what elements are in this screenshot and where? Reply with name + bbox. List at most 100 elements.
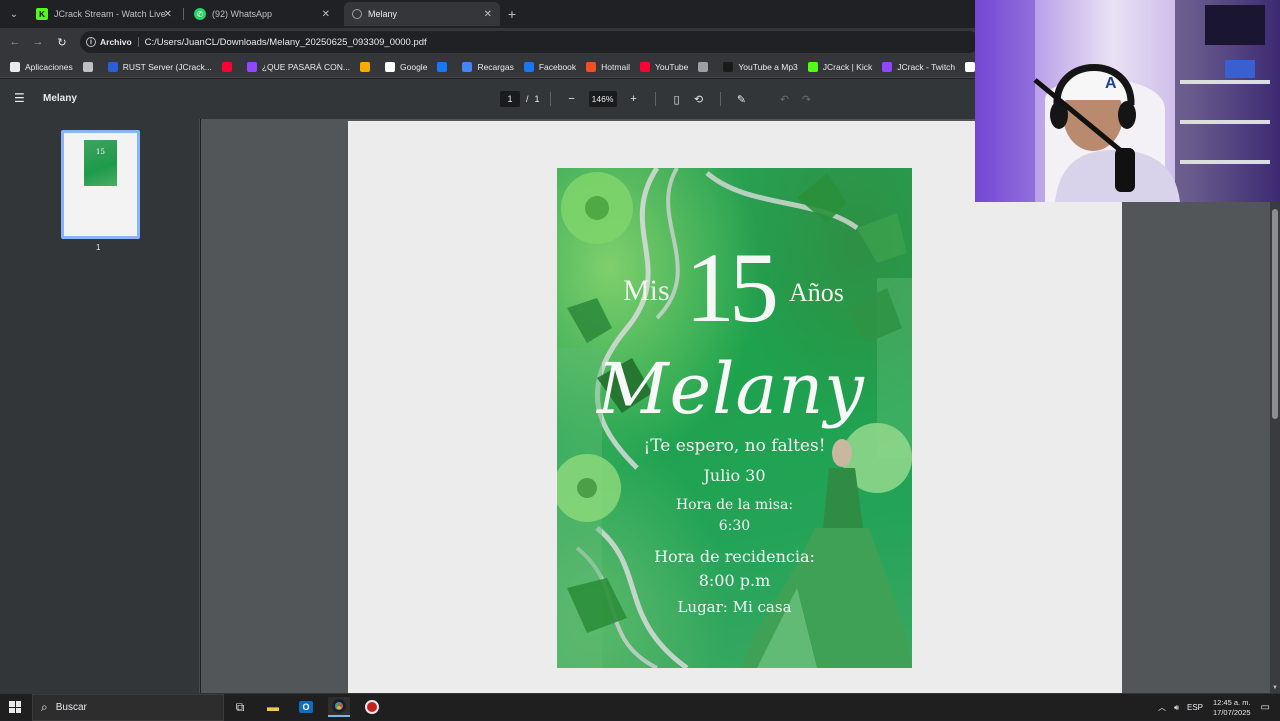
windows-start-icon[interactable] — [9, 701, 21, 713]
zoom-out-button[interactable]: − — [564, 91, 580, 107]
bookmark-item[interactable] — [698, 61, 713, 72]
bookmark-item[interactable] — [437, 61, 452, 72]
reload-button[interactable]: ↻ — [53, 33, 71, 51]
tab-title: JCrack Stream - Watch Live on K — [54, 9, 166, 19]
annotate-icon[interactable]: ✎ — [734, 91, 750, 107]
clock-time: 12:45 a. m. — [1213, 697, 1251, 707]
bookmark-item[interactable] — [360, 61, 375, 72]
redo-icon[interactable]: ↷ — [799, 91, 815, 107]
recargas-icon — [462, 61, 473, 72]
bookmark-item[interactable] — [221, 61, 237, 72]
zoom-in-button[interactable]: + — [626, 91, 642, 107]
new-tab-button[interactable]: + — [504, 4, 520, 24]
grid-icon — [82, 61, 93, 72]
notification-icon[interactable]: ▭ — [1261, 702, 1270, 713]
task-view-icon[interactable]: ⧉ — [229, 697, 251, 717]
webcam-overlay: A — [975, 0, 1280, 202]
divider — [763, 92, 764, 106]
page-thumbnail[interactable]: 15 — [61, 130, 140, 239]
url-text[interactable]: C:/Users/JuanCL/Downloads/Melany_2025062… — [145, 37, 427, 48]
site-info-chip[interactable]: i Archivo — [86, 37, 139, 47]
invitation-date: Julio 30 — [703, 466, 766, 485]
divider — [549, 92, 551, 106]
tab-melany[interactable]: Melany ✕ — [344, 2, 500, 26]
bookmark-item[interactable]: Facebook — [523, 61, 576, 72]
tab-search-button[interactable]: ⌄ — [4, 4, 24, 24]
pdf-title: Melany — [43, 93, 77, 104]
thumbnail-preview: 15 — [84, 140, 117, 186]
tab-whatsapp[interactable]: ✆ (92) WhatsApp ✕ — [186, 2, 338, 26]
bookmark-item[interactable]: ¿QUE PASARÁ CON... — [246, 61, 351, 72]
facebook-icon — [523, 61, 534, 72]
clock[interactable]: 12:45 a. m. 17/07/2025 — [1213, 698, 1251, 718]
tab-title: Melany — [368, 9, 398, 19]
windows-taskbar: ⌕ Buscar ⧉ ▬ O ︿ 🔊︎ ESP 12:45 a. m. 17/0… — [0, 693, 1280, 721]
divider — [719, 92, 721, 106]
thumbnail-sidebar: 15 1 — [0, 119, 200, 693]
twitch-icon — [882, 61, 893, 72]
tab-jcrack-stream[interactable]: K JCrack Stream - Watch Live on K ✕ — [28, 2, 180, 26]
svg-text:A: A — [1105, 75, 1117, 92]
star-icon — [360, 61, 371, 72]
kick-icon: K — [36, 8, 48, 20]
apps-grid-icon — [10, 61, 20, 72]
bookmark-label: ¿QUE PASARÁ CON... — [261, 61, 351, 72]
invitation-reception-label: Hora de recidencia: — [654, 547, 815, 566]
zoom-input[interactable]: 146% — [588, 91, 617, 107]
chevron-up-icon[interactable]: ︿ — [1158, 702, 1166, 713]
close-icon[interactable]: ✕ — [484, 9, 492, 20]
page-number-input[interactable]: 1 — [500, 91, 520, 107]
volume-icon[interactable]: 🔊︎ — [1174, 703, 1179, 713]
close-icon[interactable]: ✕ — [164, 9, 172, 20]
invitation-number: 15 — [685, 232, 779, 343]
divider — [654, 92, 656, 106]
bookmark-item[interactable]: Recargas — [462, 61, 514, 72]
taskbar-search[interactable]: ⌕ Buscar — [32, 694, 224, 721]
rotate-icon[interactable]: ⟲ — [691, 91, 707, 107]
x-icon — [965, 61, 976, 72]
bookmark-label: Recargas — [477, 61, 514, 72]
bookmark-item[interactable] — [82, 61, 98, 72]
bookmark-item[interactable]: Hotmail — [586, 61, 630, 72]
undo-icon[interactable]: ↶ — [777, 91, 793, 107]
chrome-icon[interactable] — [328, 697, 350, 717]
language-indicator[interactable]: ESP — [1187, 703, 1203, 712]
bookmark-item[interactable]: Aplicaciones — [10, 61, 73, 72]
globe-icon — [698, 61, 709, 72]
invitation-mass-time: 6:30 — [718, 518, 751, 534]
bookmark-item[interactable]: YouTube — [639, 61, 688, 72]
bookmark-label: JCrack - Twitch — [897, 61, 956, 72]
file-explorer-icon[interactable]: ▬ — [262, 697, 284, 717]
address-bar[interactable]: i Archivo C:/Users/JuanCL/Downloads/Mela… — [80, 31, 980, 53]
invitation-tagline: ¡Te espero, no faltes! — [643, 436, 826, 456]
tab-separator — [183, 8, 184, 20]
bookmark-item[interactable]: JCrack - Twitch — [882, 61, 956, 72]
close-icon[interactable]: ✕ — [322, 9, 330, 20]
invitation-mass-label: Hora de la misa: — [675, 497, 794, 513]
app-icon[interactable] — [361, 697, 383, 717]
twitch-icon — [246, 61, 257, 72]
bookmark-item[interactable]: Google — [385, 61, 427, 72]
hamburger-menu-icon[interactable]: ☰ — [14, 91, 28, 105]
page-slash: / — [526, 94, 529, 104]
globe-icon — [352, 9, 362, 19]
bookmark-label: Hotmail — [601, 61, 630, 72]
bookmark-item[interactable]: YouTube a Mp3 — [723, 61, 798, 72]
youtube-icon — [221, 61, 232, 72]
invitation-anos: Años — [789, 278, 844, 307]
outlook-icon[interactable]: O — [295, 697, 317, 717]
scroll-down-icon[interactable]: ▼ — [1270, 685, 1280, 691]
scrollbar-thumb[interactable] — [1272, 209, 1278, 419]
streamer-image: A — [975, 0, 1280, 202]
bookmark-label: YouTube a Mp3 — [738, 61, 798, 72]
back-button[interactable]: ← — [6, 33, 24, 51]
forward-button[interactable]: → — [29, 33, 47, 51]
fit-page-icon[interactable]: ▯ — [669, 91, 685, 107]
thumbnail-page-number: 1 — [96, 243, 101, 252]
pdf-controls: 1 / 1 − 146% + ▯ ⟲ ✎ ↶ ↷ — [500, 89, 818, 109]
vertical-scrollbar[interactable]: ▲ ▼ — [1270, 119, 1280, 693]
bookmark-item[interactable]: RUST Server (JCrack... — [107, 61, 212, 72]
bookmark-item[interactable]: JCrack | Kick — [807, 61, 872, 72]
whatsapp-icon: ✆ — [194, 8, 206, 20]
google-icon — [385, 61, 396, 72]
